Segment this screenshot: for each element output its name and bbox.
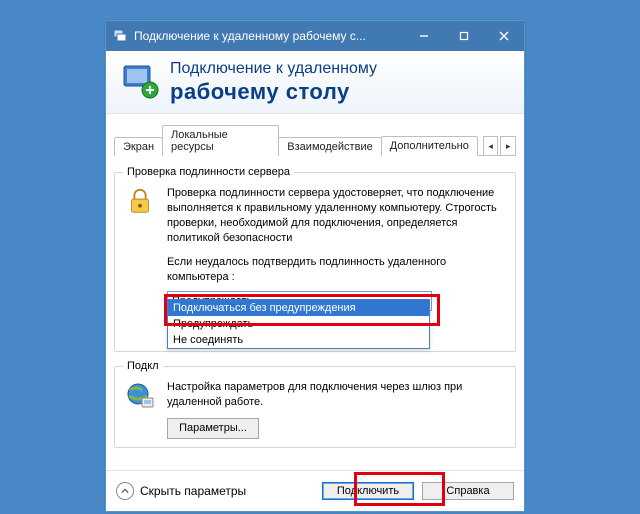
globe-icon	[123, 380, 157, 412]
rdc-logo-icon	[120, 62, 160, 102]
group-gateway-legend: Подкл	[123, 360, 163, 372]
close-button[interactable]	[484, 21, 524, 51]
server-auth-desc: Проверка подлинности сервера удостоверяе…	[167, 186, 507, 245]
tab-body: Проверка подлинности сервера Проверка по…	[106, 156, 524, 470]
tab-scroll-left[interactable]: ◂	[483, 136, 499, 155]
rdc-window: Подключение к удаленному рабочему с... П…	[105, 20, 525, 512]
maximize-button[interactable]	[444, 21, 484, 51]
window-title: Подключение к удаленному рабочему с...	[134, 29, 404, 43]
tab-advanced[interactable]: Дополнительно	[381, 136, 478, 156]
server-auth-prompt: Если неудалось подтвердить подлинность у…	[167, 255, 507, 285]
group-server-auth-legend: Проверка подлинности сервера	[123, 166, 294, 178]
app-icon	[112, 28, 128, 44]
footer: Скрыть параметры Подключить Справка	[106, 470, 524, 511]
tab-scroll-right[interactable]: ▸	[500, 136, 516, 155]
dropdown-option-warn[interactable]: Предупреждать	[168, 316, 429, 332]
tab-local-resources[interactable]: Локальные ресурсы	[162, 125, 279, 156]
group-gateway: Подкл Настройка параметров для подключен…	[114, 360, 516, 448]
tab-experience[interactable]: Взаимодействие	[278, 137, 381, 156]
minimize-button[interactable]	[404, 21, 444, 51]
hide-options-link[interactable]: Скрыть параметры	[140, 484, 246, 498]
tabs-area: Экран Локальные ресурсы Взаимодействие Д…	[106, 114, 524, 156]
header-title: рабочему столу	[170, 79, 377, 104]
auth-failure-dropdown: Подключаться без предупреждения Предупре…	[167, 299, 430, 349]
titlebar: Подключение к удаленному рабочему с...	[106, 21, 524, 51]
chevron-up-icon[interactable]	[116, 482, 134, 500]
dropdown-option-connect-no-warn[interactable]: Подключаться без предупреждения	[168, 300, 429, 316]
connect-button[interactable]: Подключить	[322, 482, 414, 500]
lock-icon	[123, 186, 157, 216]
header-subtitle: Подключение к удаленному	[170, 60, 377, 78]
header: Подключение к удаленному рабочему столу	[106, 51, 524, 114]
tab-strip: Экран Локальные ресурсы Взаимодействие Д…	[114, 124, 516, 156]
dropdown-option-dont-connect[interactable]: Не соединять	[168, 332, 429, 348]
help-button[interactable]: Справка	[422, 482, 514, 500]
gateway-settings-button[interactable]: Параметры...	[167, 418, 259, 439]
gateway-desc: Настройка параметров для подключения чер…	[167, 380, 507, 410]
tab-display[interactable]: Экран	[114, 137, 163, 156]
